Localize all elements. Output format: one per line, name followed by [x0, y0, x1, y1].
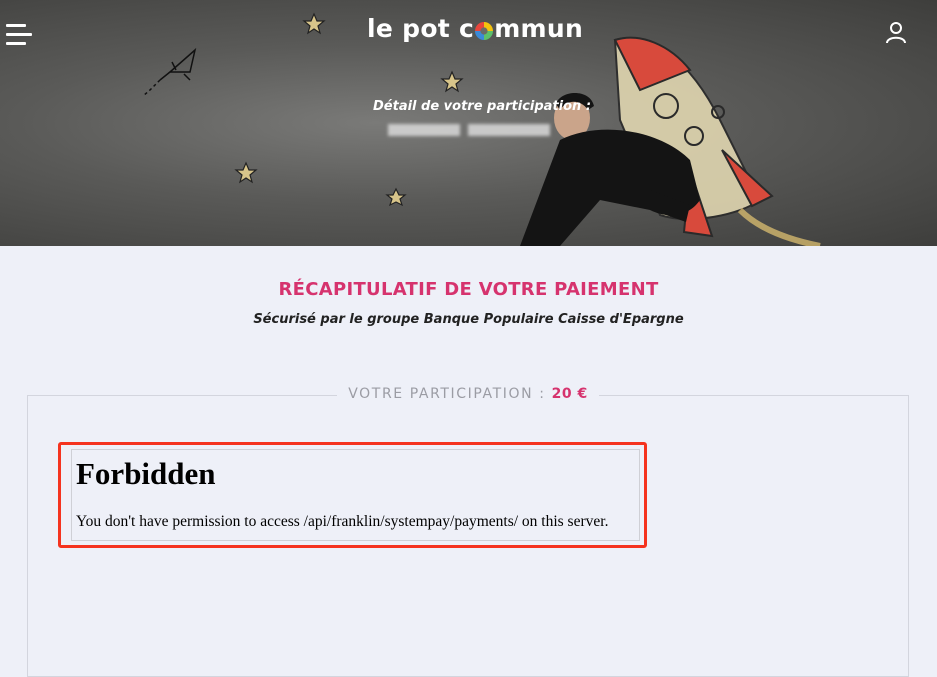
user-account-button[interactable] [884, 20, 908, 44]
multicolor-circle-icon [475, 21, 494, 40]
redacted-participant-name [388, 124, 550, 136]
logo-text-prefix: le pot c [367, 14, 475, 43]
payment-security-note: Sécurisé par le groupe Banque Populaire … [253, 312, 684, 327]
hamburger-menu-line [6, 42, 26, 45]
user-icon [886, 22, 906, 44]
hero-banner: le pot c mmun Détail de votre participat… [0, 0, 937, 246]
doodle-star [302, 12, 326, 35]
hamburger-menu-line [6, 33, 32, 36]
doodle-star [385, 187, 407, 207]
error-message: You don't have permission to access /api… [76, 513, 609, 530]
logo-text-suffix: mmun [494, 14, 584, 43]
participation-label: VOTRE PARTICIPATION : [348, 386, 546, 402]
small-rocket-doodle [142, 47, 197, 97]
menu-button[interactable] [6, 24, 32, 46]
participation-legend: VOTRE PARTICIPATION : 20 € [337, 386, 599, 402]
participation-amount: 20 € [551, 386, 588, 402]
doodle-star [234, 161, 258, 184]
doodle-star [440, 70, 464, 93]
error-title: Forbidden [76, 456, 216, 491]
payment-summary-title: RÉCAPITULATIF DE VOTRE PAIEMENT [278, 279, 659, 300]
hamburger-menu-icon [6, 24, 26, 27]
participation-detail-heading: Détail de votre participation : [373, 99, 592, 114]
site-logo[interactable]: le pot c mmun [367, 14, 583, 43]
